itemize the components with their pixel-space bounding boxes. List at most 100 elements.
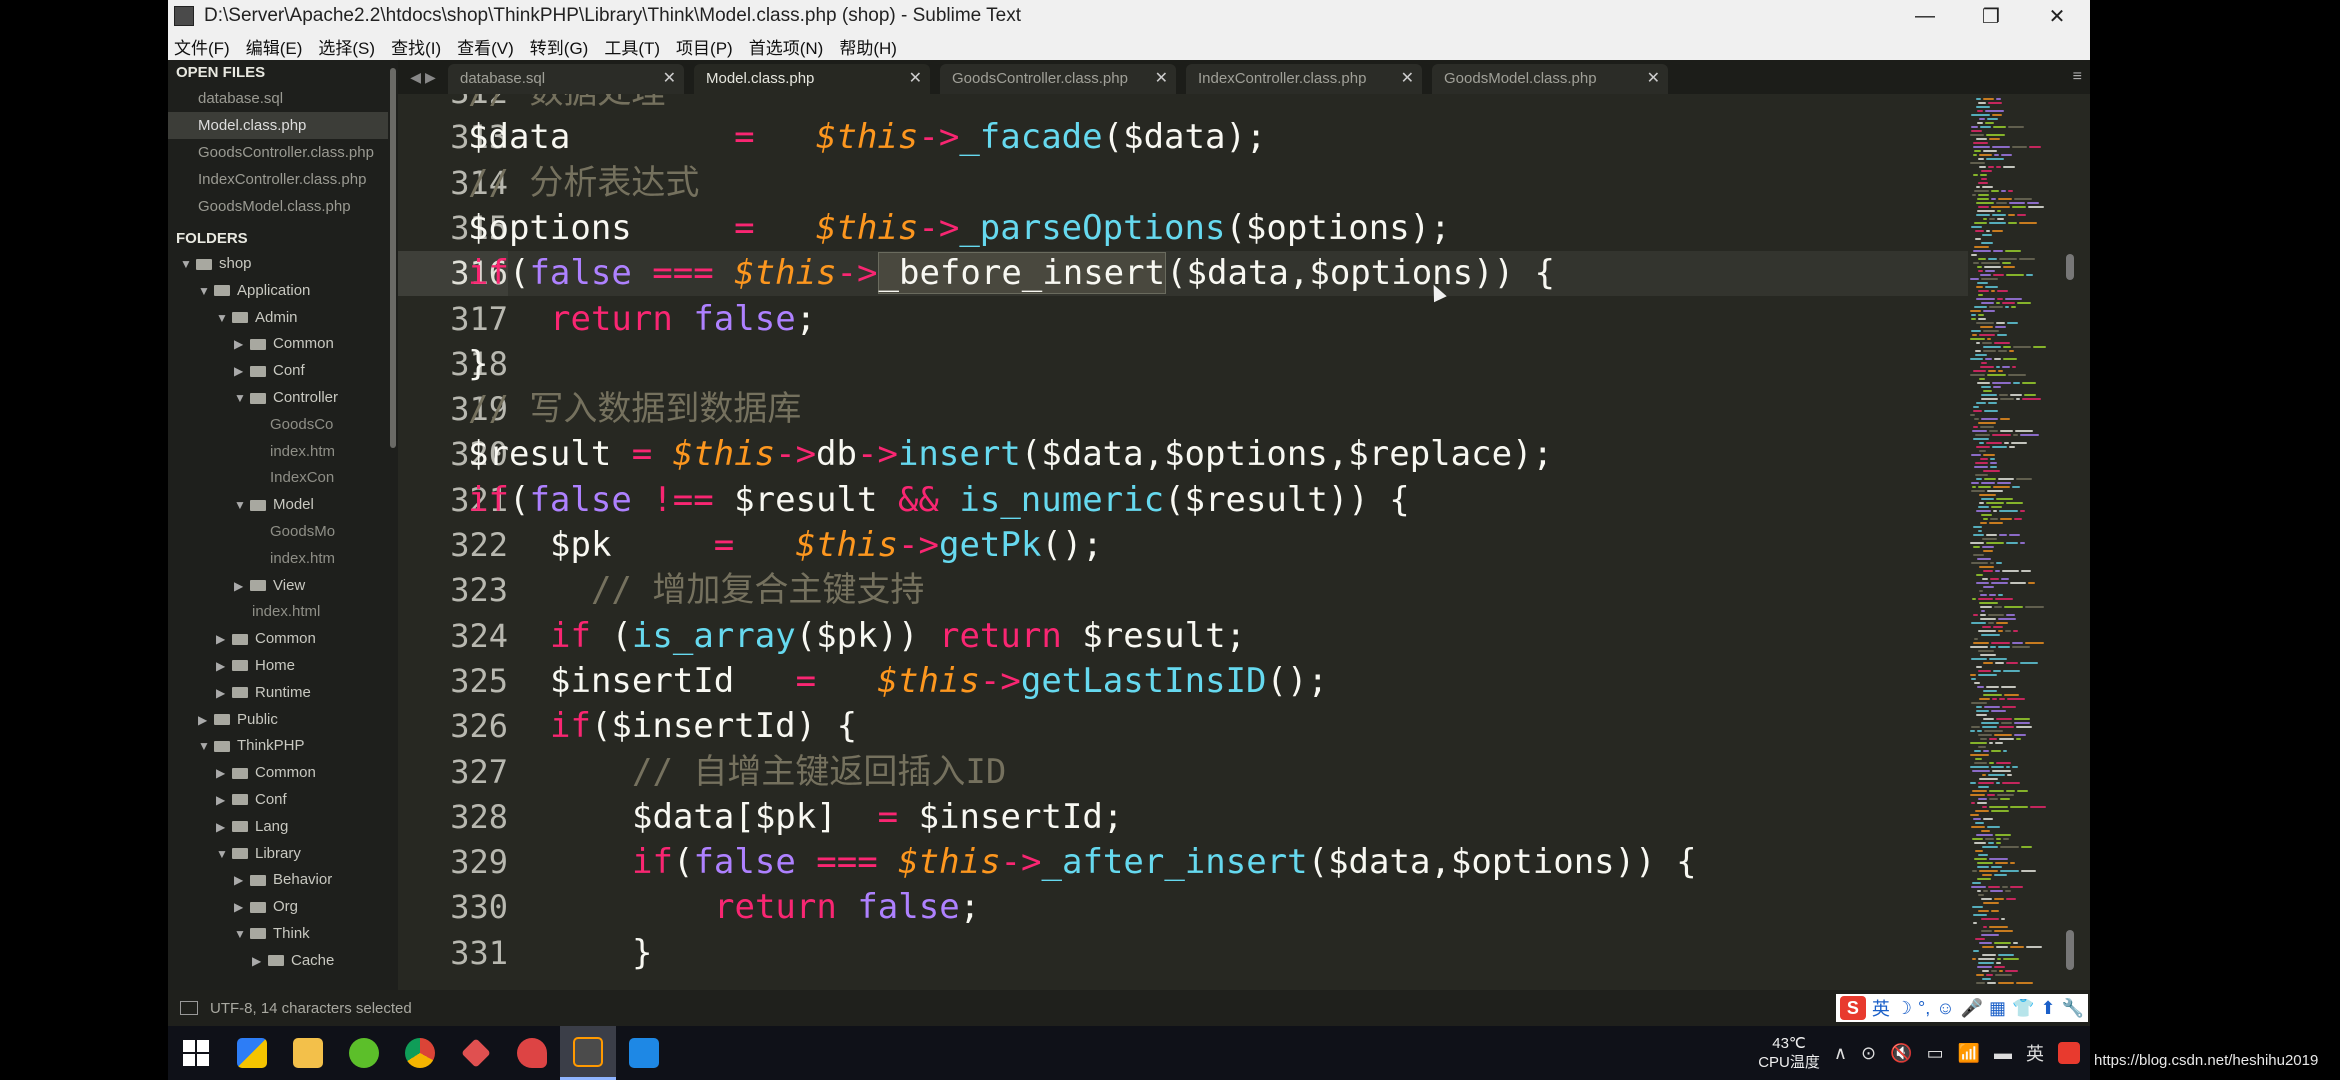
tab-close-icon[interactable]: ✕ <box>663 64 676 94</box>
chevron-down-icon[interactable]: ▼ <box>198 278 214 305</box>
code-line[interactable]: 312// 数据处理 <box>398 94 1968 115</box>
sogou-logo-icon[interactable]: S <box>1839 996 1866 1020</box>
tree-folder-item[interactable]: ▶ Behavior <box>168 867 388 894</box>
open-file-item[interactable]: GoodsModel.class.php <box>168 193 388 220</box>
editor-scroll-thumb-lower[interactable] <box>2066 930 2074 970</box>
menu-tools[interactable]: 工具(T) <box>598 34 670 59</box>
code-line[interactable]: 314// 分析表达式 <box>398 161 1968 206</box>
chevron-right-icon[interactable]: ▶ <box>216 653 232 680</box>
notification-icon[interactable]: ▬ <box>1994 1043 2012 1064</box>
chevron-down-icon[interactable]: ▼ <box>234 385 250 412</box>
chevron-down-icon[interactable]: ▼ <box>180 251 196 278</box>
code-line[interactable]: 322 $pk = $this->getPk(); <box>398 523 1968 568</box>
tray-app-icon[interactable]: ⊙ <box>1861 1043 1876 1064</box>
chrome-button[interactable] <box>392 1026 448 1080</box>
tab[interactable]: database.sql ✕ <box>448 64 684 94</box>
microphone-icon[interactable]: 🎤 <box>1961 998 1983 1019</box>
tab-menu-icon[interactable]: ≡ <box>2073 68 2082 86</box>
tree-file-item[interactable]: GoodsMo <box>168 519 388 546</box>
tree-folder-item[interactable]: ▼ Think <box>168 921 388 948</box>
open-file-item[interactable]: GoodsController.class.php <box>168 139 388 166</box>
chevron-right-icon[interactable]: ▶ <box>216 814 232 841</box>
tree-folder-item[interactable]: ▼ Admin <box>168 305 388 332</box>
punctuation-icon[interactable]: °, <box>1918 998 1930 1019</box>
minimap[interactable] <box>1968 94 2048 990</box>
tree-folder-item[interactable]: ▶ Org <box>168 894 388 921</box>
code-line[interactable]: 328 $data[$pk] = $insertId; <box>398 795 1968 840</box>
tiles-app-button[interactable] <box>224 1026 280 1080</box>
chevron-right-icon[interactable]: ▶ <box>216 680 232 707</box>
tree-file-item[interactable]: index.html <box>168 599 388 626</box>
editor-scroll-thumb[interactable] <box>2066 254 2074 280</box>
menu-view[interactable]: 查看(V) <box>451 34 524 59</box>
menu-preferences[interactable]: 首选项(N) <box>743 34 834 59</box>
chevron-down-icon[interactable]: ▼ <box>234 921 250 948</box>
chevron-right-icon[interactable]: ▶ <box>234 867 250 894</box>
keyboard-icon[interactable]: ▦ <box>1989 998 2006 1019</box>
tree-folder-item[interactable]: ▶ Runtime <box>168 680 388 707</box>
code-line[interactable]: 325 $insertId = $this->getLastInsID(); <box>398 659 1968 704</box>
chevron-down-icon[interactable]: ▼ <box>216 305 232 332</box>
tab[interactable]: GoodsModel.class.php ✕ <box>1432 64 1668 94</box>
start-button[interactable] <box>168 1026 224 1080</box>
code-line[interactable]: 313 $data = $this->_facade($data); <box>398 115 1968 160</box>
tree-file-item[interactable]: index.htm <box>168 546 388 573</box>
tree-file-item[interactable]: IndexCon <box>168 465 388 492</box>
wifi-icon[interactable]: 📶 <box>1958 1043 1980 1064</box>
tree-folder-item[interactable]: ▶ Cache <box>168 948 388 975</box>
tree-folder-item[interactable]: ▶ Common <box>168 626 388 653</box>
open-file-item[interactable]: database.sql <box>168 85 388 112</box>
open-file-item-active[interactable]: Model.class.php <box>168 112 388 139</box>
emoji-icon[interactable]: ☺ <box>1936 998 1954 1019</box>
moon-icon[interactable]: ☽ <box>1896 998 1912 1019</box>
code-editor[interactable]: 312// 数据处理313$data = $this->_facade($dat… <box>398 94 1968 990</box>
menu-selection[interactable]: 选择(S) <box>312 34 385 59</box>
webstorm-button[interactable] <box>616 1026 672 1080</box>
chevron-right-icon[interactable]: ▶ <box>234 573 250 600</box>
code-line[interactable]: 324 if (is_array($pk)) return $result; <box>398 614 1968 659</box>
tray-expand-icon[interactable]: ∧ <box>1834 1043 1847 1064</box>
open-file-item[interactable]: IndexController.class.php <box>168 166 388 193</box>
tree-folder-item[interactable]: ▼ Controller <box>168 385 388 412</box>
tree-folder-item[interactable]: ▼ shop <box>168 251 388 278</box>
360-browser-button[interactable] <box>336 1026 392 1080</box>
chevron-right-icon[interactable]: ▶ <box>216 787 232 814</box>
close-button[interactable]: ✕ <box>2024 0 2090 32</box>
tab-close-icon[interactable]: ✕ <box>909 64 922 94</box>
chevron-right-icon[interactable]: ▶ <box>234 894 250 921</box>
cpu-temp[interactable]: 43℃ CPU温度 <box>1758 1034 1820 1072</box>
sublime-taskbar-button[interactable] <box>560 1026 616 1080</box>
tree-folder-item[interactable]: ▼ Library <box>168 841 388 868</box>
tab[interactable]: IndexController.class.php ✕ <box>1186 64 1422 94</box>
chevron-down-icon[interactable]: ▼ <box>234 492 250 519</box>
menu-goto[interactable]: 转到(G) <box>524 34 599 59</box>
tab-close-icon[interactable]: ✕ <box>1401 64 1414 94</box>
chevron-right-icon[interactable]: ▶ <box>198 707 214 734</box>
chevron-right-icon[interactable]: ▶ <box>216 626 232 653</box>
tree-file-item[interactable]: GoodsCo <box>168 412 388 439</box>
tree-folder-item[interactable]: ▶ View <box>168 573 388 600</box>
skin-icon[interactable]: 👕 <box>2012 998 2034 1019</box>
menu-find[interactable]: 查找(I) <box>385 34 451 59</box>
code-line[interactable]: 327 // 自增主键返回插入ID <box>398 750 1968 795</box>
maximize-button[interactable]: ❐ <box>1958 0 2024 32</box>
chevron-down-icon[interactable]: ▼ <box>216 841 232 868</box>
snail-app-button[interactable] <box>504 1026 560 1080</box>
code-line[interactable]: 326 if($insertId) { <box>398 704 1968 749</box>
battery-icon[interactable]: ▭ <box>1927 1043 1944 1064</box>
code-line[interactable]: 316 if(false === $this->_before_insert($d… <box>398 251 1968 297</box>
console-icon[interactable] <box>180 1001 198 1015</box>
tab-close-icon[interactable]: ✕ <box>1647 64 1660 94</box>
editor-scrollbar[interactable] <box>2062 94 2078 990</box>
tree-folder-item[interactable]: ▶ Conf <box>168 358 388 385</box>
menu-edit[interactable]: 编辑(E) <box>240 34 313 59</box>
chevron-down-icon[interactable]: ▼ <box>198 733 214 760</box>
code-line[interactable]: 315 $options = $this->_parseOptions($opti… <box>398 206 1968 251</box>
code-line[interactable]: 323 // 增加复合主键支持 <box>398 568 1968 613</box>
upload-icon[interactable]: ⬆ <box>2040 998 2055 1019</box>
code-line[interactable]: 321 if(false !== $result && is_numeric($r… <box>398 478 1968 523</box>
chevron-right-icon[interactable]: ▶ <box>234 358 250 385</box>
code-line[interactable]: 319// 写入数据到数据库 <box>398 387 1968 432</box>
sidebar-scroll-thumb[interactable] <box>390 68 396 448</box>
menu-help[interactable]: 帮助(H) <box>833 34 907 59</box>
